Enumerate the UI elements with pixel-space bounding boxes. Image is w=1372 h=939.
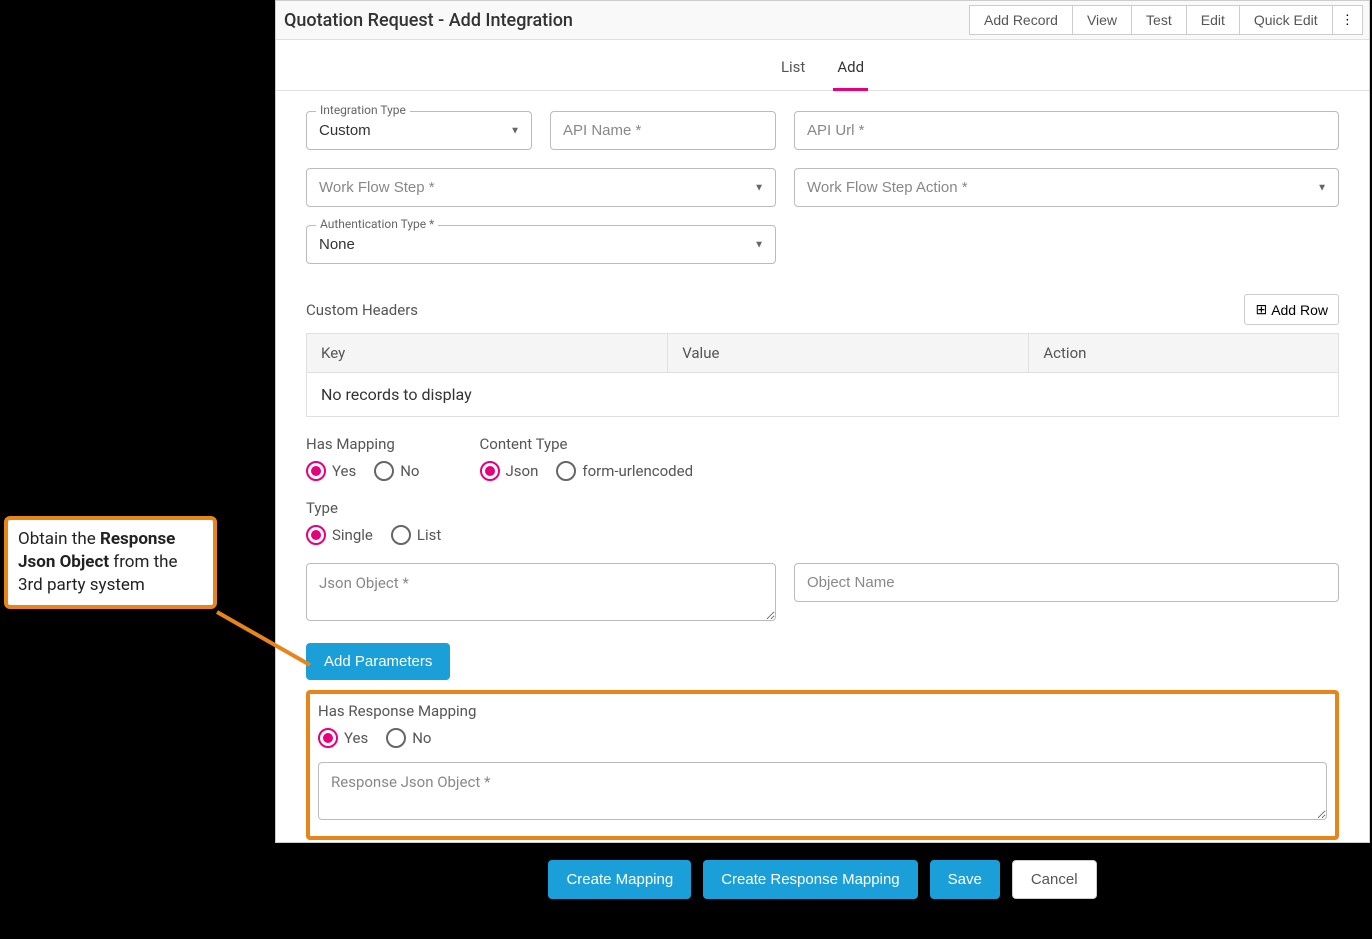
cancel-button[interactable]: Cancel <box>1012 860 1097 899</box>
response-json-object-input[interactable] <box>318 762 1327 820</box>
has-mapping-no[interactable]: No <box>374 461 419 481</box>
workflow-step-action-field: Work Flow Step Action * <box>794 168 1339 207</box>
header-actions: Add Record View Test Edit Quick Edit ⋮ <box>970 5 1363 35</box>
page-title: Quotation Request - Add Integration <box>284 10 573 31</box>
form-content: Integration Type Custom Work Flow Step * <box>276 91 1369 939</box>
type-label: Type <box>306 499 1279 517</box>
json-object-field <box>306 563 776 625</box>
has-mapping-block: Has Mapping Yes No <box>306 435 420 481</box>
content-type-form[interactable]: form-urlencoded <box>556 461 693 481</box>
col-value: Value <box>668 334 1029 373</box>
type-block: Type Single List <box>306 499 1279 545</box>
plus-icon: ⊞ <box>1255 301 1267 318</box>
api-name-field <box>550 111 776 150</box>
content-type-label: Content Type <box>480 435 694 453</box>
json-object-input[interactable] <box>306 563 776 621</box>
content-type-json[interactable]: Json <box>480 461 539 481</box>
tab-list[interactable]: List <box>777 50 809 90</box>
has-mapping-label: Has Mapping <box>306 435 420 453</box>
api-name-input[interactable] <box>550 111 776 150</box>
integration-type-field: Integration Type Custom <box>306 111 532 150</box>
empty-row: No records to display <box>307 373 1339 417</box>
has-response-mapping-label: Has Response Mapping <box>318 702 1327 720</box>
workflow-step-select[interactable]: Work Flow Step * <box>306 168 776 207</box>
app-window: Quotation Request - Add Integration Add … <box>275 0 1370 843</box>
has-mapping-yes[interactable]: Yes <box>306 461 356 481</box>
view-button[interactable]: View <box>1072 5 1132 35</box>
more-menu-button[interactable]: ⋮ <box>1332 5 1363 35</box>
has-response-mapping-yes[interactable]: Yes <box>318 728 368 748</box>
custom-headers-label: Custom Headers <box>306 301 418 319</box>
tab-add[interactable]: Add <box>833 50 868 91</box>
header-bar: Quotation Request - Add Integration Add … <box>276 1 1369 40</box>
response-json-object-field <box>318 762 1327 824</box>
quick-edit-button[interactable]: Quick Edit <box>1239 5 1333 35</box>
col-action: Action <box>1029 334 1339 373</box>
auth-type-field: Authentication Type * None <box>306 225 776 264</box>
edit-button[interactable]: Edit <box>1186 5 1240 35</box>
test-button[interactable]: Test <box>1131 5 1187 35</box>
object-name-field <box>794 563 1339 602</box>
create-mapping-button[interactable]: Create Mapping <box>548 860 691 899</box>
object-name-input[interactable] <box>794 563 1339 602</box>
create-response-mapping-button[interactable]: Create Response Mapping <box>703 860 917 899</box>
add-record-button[interactable]: Add Record <box>969 5 1073 35</box>
custom-headers-table: Key Value Action No records to display <box>306 333 1339 417</box>
auth-type-label: Authentication Type * <box>316 217 438 231</box>
type-single[interactable]: Single <box>306 525 373 545</box>
workflow-step-action-select[interactable]: Work Flow Step Action * <box>794 168 1339 207</box>
api-url-field <box>794 111 1339 150</box>
save-button[interactable]: Save <box>930 860 1000 899</box>
workflow-step-field: Work Flow Step * <box>306 168 776 207</box>
add-parameters-button[interactable]: Add Parameters <box>306 643 450 680</box>
integration-type-label: Integration Type <box>316 103 410 117</box>
api-url-input[interactable] <box>794 111 1339 150</box>
add-row-button[interactable]: ⊞ Add Row <box>1244 294 1339 325</box>
type-list[interactable]: List <box>391 525 441 545</box>
response-mapping-highlight: Has Response Mapping Yes No <box>306 690 1339 840</box>
has-response-mapping-no[interactable]: No <box>386 728 431 748</box>
custom-headers-header: Custom Headers ⊞ Add Row <box>306 294 1339 325</box>
content-type-block: Content Type Json form-urlencoded <box>480 435 694 481</box>
col-key: Key <box>307 334 668 373</box>
annotation-callout: Obtain the Response Json Object from the… <box>4 516 217 609</box>
footer-actions: Create Mapping Create Response Mapping S… <box>306 860 1339 919</box>
tabs: List Add <box>276 40 1369 91</box>
